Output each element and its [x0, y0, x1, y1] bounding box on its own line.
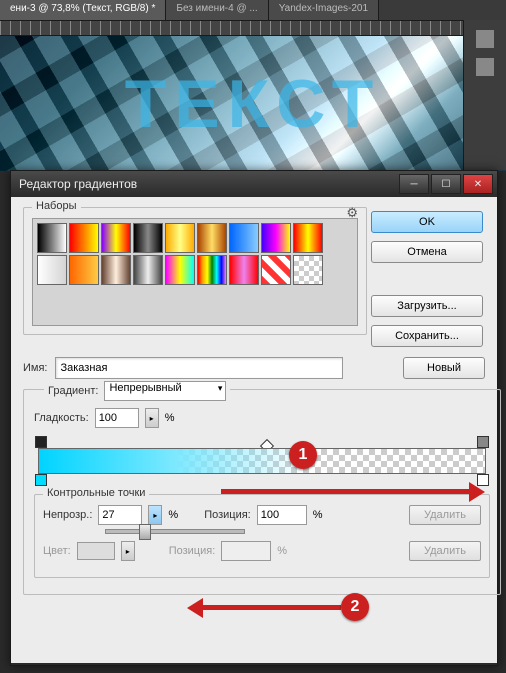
presets-group: Наборы ⚙ [23, 207, 367, 335]
smoothness-input[interactable] [95, 408, 139, 428]
canvas-text-layer: ТЕКСТ [125, 65, 381, 143]
gradient-bar[interactable] [38, 448, 486, 474]
preset-swatch[interactable] [197, 223, 227, 253]
preset-swatch[interactable] [165, 223, 195, 253]
gradient-bar-area[interactable] [38, 438, 486, 484]
preset-swatch[interactable] [293, 223, 323, 253]
color-stop-left[interactable] [35, 474, 47, 486]
maximize-button[interactable]: ☐ [431, 174, 461, 194]
preset-swatch[interactable] [133, 255, 163, 285]
opacity-stop-right[interactable] [477, 436, 489, 448]
gear-icon[interactable]: ⚙ [346, 205, 358, 221]
new-button[interactable]: Новый [403, 357, 485, 379]
tab-1[interactable]: ени-3 @ 73,8% (Текст, RGB/8) * [0, 0, 166, 20]
preset-swatches [32, 218, 358, 326]
presets-label: Наборы [32, 200, 81, 212]
preset-swatch[interactable] [261, 255, 291, 285]
tab-3[interactable]: Yandex-Images-201 [269, 0, 379, 20]
position-label: Позиция: [204, 509, 251, 521]
name-input[interactable] [55, 357, 343, 379]
dialog-titlebar[interactable]: Редактор градиентов ─ ☐ ✕ [11, 171, 497, 197]
delete-color-stop-button: Удалить [409, 541, 481, 561]
delete-opacity-stop-button[interactable]: Удалить [409, 505, 481, 525]
gradtype-label: Градиент: [48, 385, 98, 397]
opacity-input[interactable] [98, 505, 142, 525]
canvas-area: ТЕКСТ [0, 36, 506, 171]
opacity-label: Непрозр.: [43, 509, 92, 521]
cancel-button[interactable]: Отмена [371, 241, 483, 263]
document-tabs: ени-3 @ 73,8% (Текст, RGB/8) * Без имени… [0, 0, 506, 21]
opacity-position-input[interactable] [257, 505, 307, 525]
preset-swatch[interactable] [293, 255, 323, 285]
preset-swatch[interactable] [37, 223, 67, 253]
stops-label: Контрольные точки [43, 487, 149, 499]
annotation-badge-2: 2 [341, 593, 369, 621]
annotation-arrow-1 [221, 489, 471, 494]
color-label: Цвет: [43, 545, 71, 557]
preset-swatch[interactable] [229, 223, 259, 253]
percent-label: % [168, 509, 178, 521]
preset-swatch[interactable] [229, 255, 259, 285]
gradtype-select[interactable]: Непрерывный [104, 381, 226, 401]
color-swatch[interactable] [77, 542, 115, 560]
annotation-arrow-2 [201, 605, 341, 610]
color-position-input [221, 541, 271, 561]
tool-icon[interactable] [476, 58, 494, 76]
close-button[interactable]: ✕ [463, 174, 493, 194]
preset-swatch[interactable] [69, 255, 99, 285]
dialog-title: Редактор градиентов [15, 177, 137, 191]
position-label: Позиция: [169, 545, 216, 557]
horizontal-ruler [0, 21, 506, 36]
ok-button[interactable]: OK [371, 211, 483, 233]
percent-label: % [165, 412, 175, 424]
percent-label: % [277, 545, 287, 557]
gradient-editor-dialog: Редактор градиентов ─ ☐ ✕ OK Отмена Загр… [10, 170, 498, 666]
smoothness-spinner[interactable]: ▸ [145, 408, 159, 428]
opacity-stop-left[interactable] [35, 436, 47, 448]
preset-swatch[interactable] [261, 223, 291, 253]
right-toolbar [463, 20, 506, 170]
percent-label: % [313, 509, 323, 521]
preset-swatch[interactable] [197, 255, 227, 285]
tab-2[interactable]: Без имени-4 @ ... [166, 0, 268, 20]
preset-swatch[interactable] [165, 255, 195, 285]
preset-swatch[interactable] [133, 223, 163, 253]
tool-icon[interactable] [476, 30, 494, 48]
stops-group: Контрольные точки Непрозр.: ▸ % Позиция:… [34, 494, 490, 578]
name-label: Имя: [23, 362, 47, 374]
opacity-spinner[interactable]: ▸ [148, 505, 162, 525]
smoothness-label: Гладкость: [34, 412, 89, 424]
preset-swatch[interactable] [69, 223, 99, 253]
preset-swatch[interactable] [37, 255, 67, 285]
minimize-button[interactable]: ─ [399, 174, 429, 194]
preset-swatch[interactable] [101, 255, 131, 285]
load-button[interactable]: Загрузить... [371, 295, 483, 317]
preset-swatch[interactable] [101, 223, 131, 253]
color-spinner[interactable]: ▸ [121, 541, 135, 561]
annotation-badge-1: 1 [289, 441, 317, 469]
save-button[interactable]: Сохранить... [371, 325, 483, 347]
